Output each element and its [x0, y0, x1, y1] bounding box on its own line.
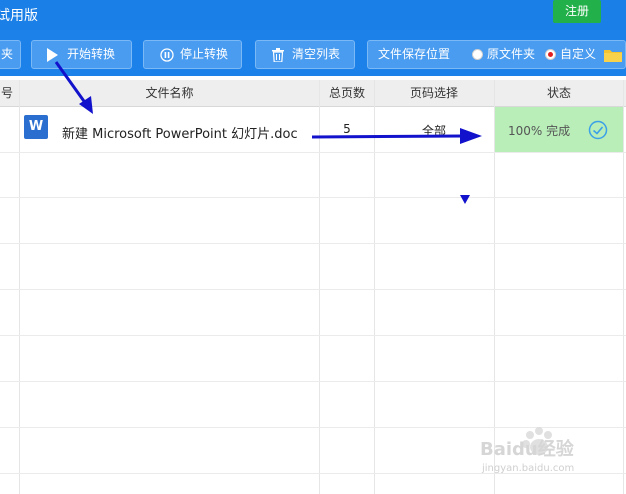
baidu-watermark: Baidu经验 jingyan.baidu.com [478, 425, 618, 485]
dropdown-triangle-marker [460, 195, 470, 204]
annotation-overlay [54, 61, 482, 204]
annotation-arrow [54, 61, 93, 114]
annotation-arrow [311, 128, 482, 144]
watermark-url: jingyan.baidu.com [482, 463, 575, 474]
watermark-brand: Baidu经验 [480, 439, 574, 460]
